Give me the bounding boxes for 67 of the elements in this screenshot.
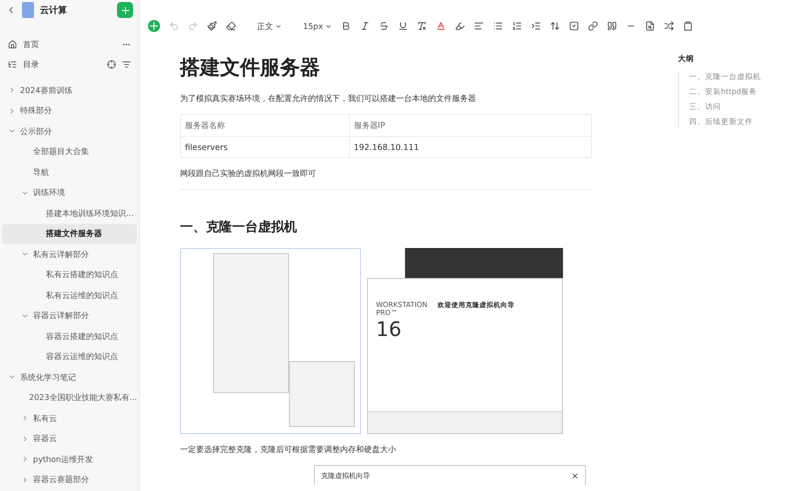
strikethrough-icon[interactable] [379,21,389,31]
text-style-dropdown[interactable]: 正文 [257,20,282,32]
tree-item[interactable]: 训练环境 [2,182,137,203]
tree-item[interactable]: 容器云 [2,428,137,449]
section-heading: 一、克隆一台虚拟机 [180,218,298,236]
table-header: 服务器IP [349,114,592,136]
tree-item[interactable]: 系统化学习笔记 [2,367,137,388]
add-button[interactable] [117,2,133,18]
paragraph: 一定要选择完整克隆，克隆后可根据需要调整内存和硬盘大小 [180,444,397,455]
book-icon [22,2,34,18]
clear-format-icon[interactable] [417,21,427,31]
checkbox-icon[interactable] [569,21,579,31]
tree-item[interactable]: 私有云 [2,408,137,428]
submenu-drawing [289,361,355,427]
table-cell: fileservers [180,136,350,158]
tree-item[interactable]: 私有云搭建的知识点 [2,264,137,285]
italic-icon[interactable] [360,21,370,31]
align-icon[interactable] [474,21,484,31]
filter-icon[interactable] [122,60,131,68]
font-color-icon[interactable] [436,21,446,31]
eraser-icon[interactable] [226,21,236,31]
table-header: 服务器名称 [180,114,350,136]
tree-item[interactable]: 导航 [2,162,137,182]
link-icon[interactable] [588,21,598,31]
search-icon[interactable] [645,21,655,31]
highlight-icon[interactable] [455,21,465,31]
bullet-list-icon[interactable] [493,21,503,31]
tree-item[interactable]: 2024赛前训练 [2,80,137,100]
insert-icon[interactable] [148,20,160,32]
locate-icon[interactable] [107,60,116,68]
table-cell: 192.168.10.111 [349,136,592,158]
shuffle-icon[interactable] [664,21,674,31]
paragraph: 网段跟自己实验的虚拟机网段一致即可 [180,168,317,179]
bold-icon[interactable] [341,21,351,31]
tree-item[interactable]: 容器云详解部分 [2,306,137,326]
list-icon [8,60,17,68]
tree-item[interactable]: python运维开发 [2,449,137,470]
close-icon [571,472,579,480]
version-number: 16 [376,317,402,341]
tree-item[interactable]: 2023全国职业技能大赛私有... [2,388,137,408]
format-painter-icon[interactable] [207,21,217,31]
caret-icon [275,22,282,30]
line-height-icon[interactable] [550,21,560,31]
indent-icon[interactable] [531,21,541,31]
space-title: 云计算 [40,4,68,16]
tree-item[interactable]: 容器云搭建的知识点 [2,326,137,346]
tree-item[interactable]: 全部题目大合集 [2,142,137,162]
font-size-dropdown[interactable]: 15px [303,22,332,30]
tree-item[interactable]: 搭建本地训练环境知识... [2,203,137,224]
numbered-list-icon[interactable] [512,21,522,31]
nav-item[interactable]: 目录 [0,54,139,74]
tree-item[interactable]: 私有云详解部分 [2,244,137,264]
underline-icon[interactable] [398,21,408,31]
tree-item[interactable]: 私有云运维的知识点 [2,285,137,306]
tree-item[interactable]: 容器云运维的知识点 [2,346,137,367]
tree-item[interactable]: 搭建文件服务器 [2,224,137,244]
caret-icon [325,22,332,30]
clipboard-icon[interactable] [683,21,693,31]
home-icon [8,40,17,48]
tree-item[interactable]: 容器云赛题部分 [2,470,137,490]
paragraph: 为了模拟真实赛场环境，在配置允许的情况下，我们可以搭建一台本地的文件服务器 [180,93,477,104]
quote-icon[interactable] [607,21,617,31]
tree-item[interactable]: 公示部分 [2,121,137,142]
document-title: 搭建文件服务器 [180,54,321,81]
nav-item[interactable]: 首页 [0,34,139,54]
tree-item[interactable]: 特殊部分 [2,100,137,121]
plus-icon [120,4,130,16]
